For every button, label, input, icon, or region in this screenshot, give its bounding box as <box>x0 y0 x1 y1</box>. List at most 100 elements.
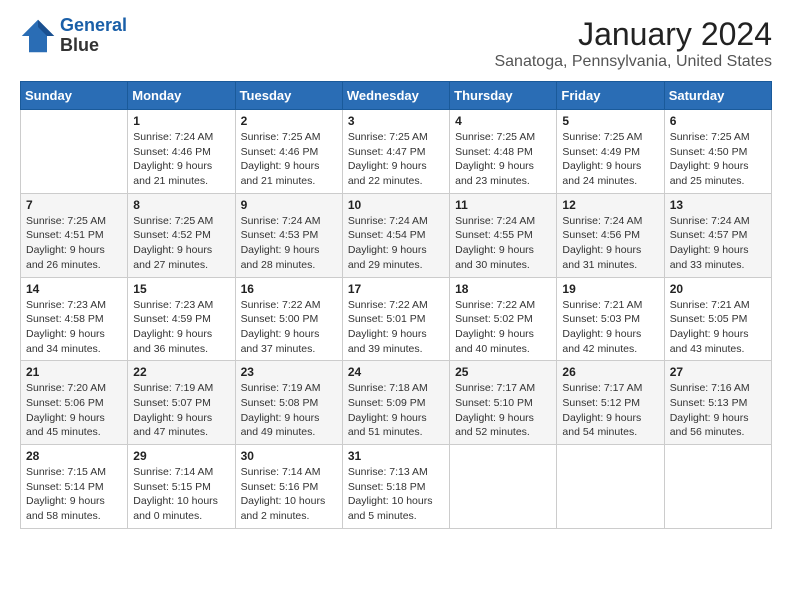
calendar-cell: 20Sunrise: 7:21 AMSunset: 5:05 PMDayligh… <box>664 277 771 361</box>
day-number: 23 <box>241 365 337 379</box>
day-number: 12 <box>562 198 658 212</box>
day-number: 26 <box>562 365 658 379</box>
calendar-cell: 13 Sunrise: 7:24 AMSunset: 4:57 PMDayligh… <box>664 193 771 277</box>
day-detail: Sunrise: 7:15 AMSunset: 5:14 PMDaylight:… <box>26 465 122 524</box>
day-number: 24 <box>348 365 444 379</box>
day-number: 31 <box>348 449 444 463</box>
calendar-cell: 14 Sunrise: 7:23 AMSunset: 4:58 PMDayligh… <box>21 277 128 361</box>
calendar-cell: 28 Sunrise: 7:15 AMSunset: 5:14 PMDayligh… <box>21 445 128 529</box>
calendar-cell: 27 Sunrise: 7:16 AMSunset: 5:13 PMDayligh… <box>664 361 771 445</box>
day-number: 4 <box>455 114 551 128</box>
day-number: 17 <box>348 282 444 296</box>
calendar-cell: 30 Sunrise: 7:14 AMSunset: 5:16 PMDayligh… <box>235 445 342 529</box>
day-detail: Sunrise: 7:16 AMSunset: 5:13 PMDaylight:… <box>670 381 766 440</box>
calendar-cell: 17 Sunrise: 7:22 AMSunset: 5:01 PMDayligh… <box>342 277 449 361</box>
day-detail: Sunrise: 7:24 AMSunset: 4:55 PMDaylight:… <box>455 214 551 273</box>
day-number: 20 <box>670 282 766 296</box>
calendar-cell: 23 Sunrise: 7:19 AMSunset: 5:08 PMDayligh… <box>235 361 342 445</box>
calendar-cell: 16Sunrise: 7:22 AMSunset: 5:00 PMDayligh… <box>235 277 342 361</box>
day-number: 1 <box>133 114 229 128</box>
calendar-body: 1Sunrise: 7:24 AMSunset: 4:46 PMDaylight… <box>21 110 772 529</box>
day-detail: Sunrise: 7:25 AMSunset: 4:52 PMDaylight:… <box>133 214 229 273</box>
day-number: 11 <box>455 198 551 212</box>
day-detail: Sunrise: 7:20 AMSunset: 5:06 PMDaylight:… <box>26 381 122 440</box>
day-number: 30 <box>241 449 337 463</box>
week-row: 21 Sunrise: 7:20 AMSunset: 5:06 PMDayligh… <box>21 361 772 445</box>
logo-text: General Blue <box>60 16 127 56</box>
day-number: 16 <box>241 282 337 296</box>
logo-icon <box>20 18 56 54</box>
calendar-cell: 8 Sunrise: 7:25 AMSunset: 4:52 PMDaylight… <box>128 193 235 277</box>
day-detail: Sunrise: 7:25 AMSunset: 4:49 PMDaylight:… <box>562 130 658 189</box>
calendar-cell: 10 Sunrise: 7:24 AMSunset: 4:54 PMDayligh… <box>342 193 449 277</box>
day-number: 10 <box>348 198 444 212</box>
day-number: 13 <box>670 198 766 212</box>
day-number: 14 <box>26 282 122 296</box>
week-row: 14 Sunrise: 7:23 AMSunset: 4:58 PMDayligh… <box>21 277 772 361</box>
day-detail: Sunrise: 7:24 AMSunset: 4:54 PMDaylight:… <box>348 214 444 273</box>
day-detail: Sunrise: 7:23 AMSunset: 4:58 PMDaylight:… <box>26 298 122 357</box>
calendar-cell: 24Sunrise: 7:18 AMSunset: 5:09 PMDayligh… <box>342 361 449 445</box>
day-detail: Sunrise: 7:22 AMSunset: 5:02 PMDaylight:… <box>455 298 551 357</box>
page-title: January 2024 <box>494 16 772 53</box>
calendar-cell: 21 Sunrise: 7:20 AMSunset: 5:06 PMDayligh… <box>21 361 128 445</box>
day-detail: Sunrise: 7:22 AMSunset: 5:01 PMDaylight:… <box>348 298 444 357</box>
day-number: 9 <box>241 198 337 212</box>
day-detail: Sunrise: 7:25 AMSunset: 4:46 PMDaylight:… <box>241 130 337 189</box>
calendar-cell: 18Sunrise: 7:22 AMSunset: 5:02 PMDayligh… <box>450 277 557 361</box>
header-cell-saturday: Saturday <box>664 82 771 110</box>
calendar-cell <box>450 445 557 529</box>
day-number: 15 <box>133 282 229 296</box>
calendar-cell <box>664 445 771 529</box>
calendar-header: SundayMondayTuesdayWednesdayThursdayFrid… <box>21 82 772 110</box>
day-detail: Sunrise: 7:17 AMSunset: 5:12 PMDaylight:… <box>562 381 658 440</box>
calendar-cell: 3Sunrise: 7:25 AMSunset: 4:47 PMDaylight… <box>342 110 449 194</box>
header-cell-tuesday: Tuesday <box>235 82 342 110</box>
calendar-cell: 5 Sunrise: 7:25 AMSunset: 4:49 PMDaylight… <box>557 110 664 194</box>
day-number: 7 <box>26 198 122 212</box>
day-detail: Sunrise: 7:24 AMSunset: 4:53 PMDaylight:… <box>241 214 337 273</box>
day-number: 25 <box>455 365 551 379</box>
calendar-cell: 26 Sunrise: 7:17 AMSunset: 5:12 PMDayligh… <box>557 361 664 445</box>
calendar-cell: 6 Sunrise: 7:25 AMSunset: 4:50 PMDaylight… <box>664 110 771 194</box>
day-number: 8 <box>133 198 229 212</box>
calendar-cell: 25 Sunrise: 7:17 AMSunset: 5:10 PMDayligh… <box>450 361 557 445</box>
day-number: 22 <box>133 365 229 379</box>
week-row: 7 Sunrise: 7:25 AMSunset: 4:51 PMDaylight… <box>21 193 772 277</box>
header-row: SundayMondayTuesdayWednesdayThursdayFrid… <box>21 82 772 110</box>
calendar-cell: 11 Sunrise: 7:24 AMSunset: 4:55 PMDayligh… <box>450 193 557 277</box>
header-cell-friday: Friday <box>557 82 664 110</box>
day-number: 19 <box>562 282 658 296</box>
header-cell-monday: Monday <box>128 82 235 110</box>
calendar-cell: 2 Sunrise: 7:25 AMSunset: 4:46 PMDaylight… <box>235 110 342 194</box>
calendar-cell: 15Sunrise: 7:23 AMSunset: 4:59 PMDayligh… <box>128 277 235 361</box>
page-subtitle: Sanatoga, Pennsylvania, United States <box>494 53 772 71</box>
calendar-cell: 31Sunrise: 7:13 AMSunset: 5:18 PMDayligh… <box>342 445 449 529</box>
calendar-cell: 22 Sunrise: 7:19 AMSunset: 5:07 PMDayligh… <box>128 361 235 445</box>
page-header: General Blue January 2024 Sanatoga, Penn… <box>20 16 772 71</box>
calendar-cell: 29Sunrise: 7:14 AMSunset: 5:15 PMDayligh… <box>128 445 235 529</box>
day-detail: Sunrise: 7:17 AMSunset: 5:10 PMDaylight:… <box>455 381 551 440</box>
day-number: 2 <box>241 114 337 128</box>
day-number: 21 <box>26 365 122 379</box>
day-number: 27 <box>670 365 766 379</box>
day-detail: Sunrise: 7:14 AMSunset: 5:16 PMDaylight:… <box>241 465 337 524</box>
week-row: 1Sunrise: 7:24 AMSunset: 4:46 PMDaylight… <box>21 110 772 194</box>
day-number: 5 <box>562 114 658 128</box>
day-detail: Sunrise: 7:25 AMSunset: 4:47 PMDaylight:… <box>348 130 444 189</box>
day-detail: Sunrise: 7:25 AMSunset: 4:51 PMDaylight:… <box>26 214 122 273</box>
day-number: 6 <box>670 114 766 128</box>
day-detail: Sunrise: 7:19 AMSunset: 5:08 PMDaylight:… <box>241 381 337 440</box>
day-detail: Sunrise: 7:14 AMSunset: 5:15 PMDaylight:… <box>133 465 229 524</box>
header-cell-thursday: Thursday <box>450 82 557 110</box>
calendar-cell <box>21 110 128 194</box>
day-detail: Sunrise: 7:25 AMSunset: 4:48 PMDaylight:… <box>455 130 551 189</box>
day-detail: Sunrise: 7:25 AMSunset: 4:50 PMDaylight:… <box>670 130 766 189</box>
day-detail: Sunrise: 7:24 AMSunset: 4:57 PMDaylight:… <box>670 214 766 273</box>
calendar-cell: 9 Sunrise: 7:24 AMSunset: 4:53 PMDaylight… <box>235 193 342 277</box>
calendar-cell: 19Sunrise: 7:21 AMSunset: 5:03 PMDayligh… <box>557 277 664 361</box>
day-detail: Sunrise: 7:24 AMSunset: 4:56 PMDaylight:… <box>562 214 658 273</box>
day-detail: Sunrise: 7:19 AMSunset: 5:07 PMDaylight:… <box>133 381 229 440</box>
calendar-cell <box>557 445 664 529</box>
day-number: 28 <box>26 449 122 463</box>
